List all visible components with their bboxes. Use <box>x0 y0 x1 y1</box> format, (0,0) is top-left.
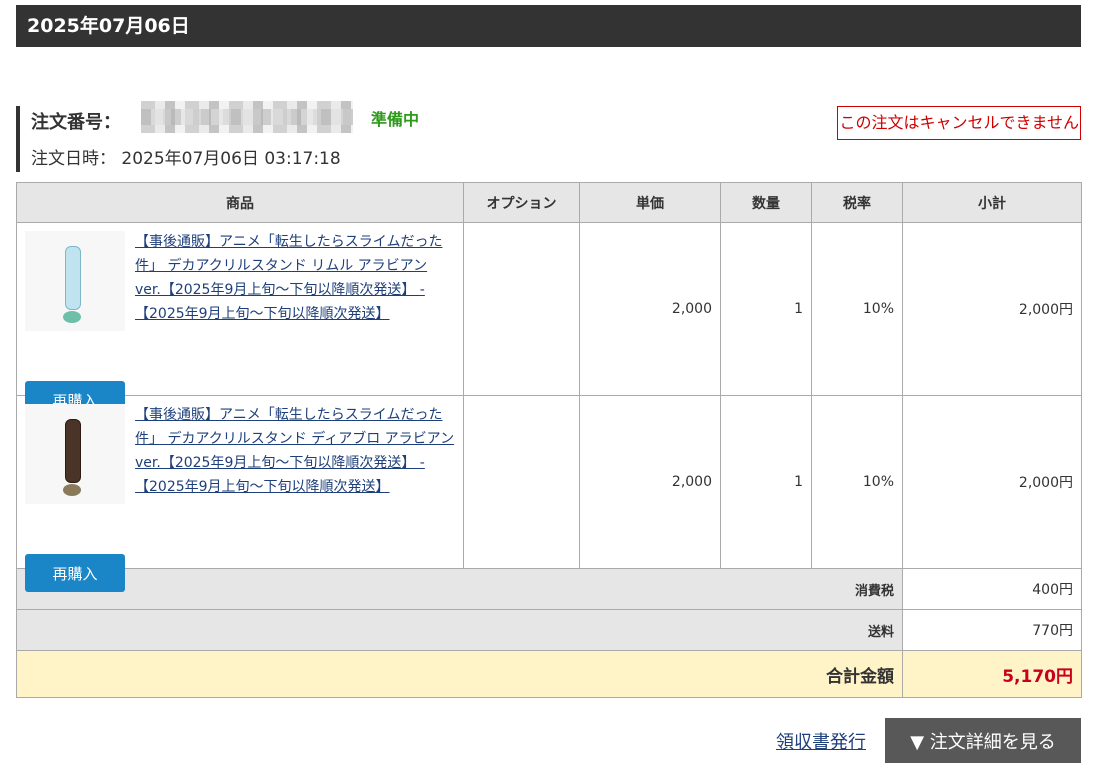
status-badge: 準備中 <box>371 110 420 129</box>
shipping-label: 送料 <box>16 609 903 651</box>
product-link[interactable]: 【事後通販】アニメ「転生したらスライムだった件」 デカアクリルスタンド リムル … <box>135 230 455 326</box>
header-product: 商品 <box>16 182 464 223</box>
cancel-notice: この注文はキャンセルできません <box>837 106 1081 140</box>
product-cell: 再購入 【事後通販】アニメ「転生したらスライムだった件」 デカアクリルスタンド … <box>16 222 464 419</box>
header-tax-rate: 税率 <box>811 182 903 223</box>
shipping-value: 770円 <box>902 609 1082 651</box>
quantity-cell: 1 <box>720 395 812 569</box>
product-thumbnail[interactable] <box>25 404 125 504</box>
order-datetime: 注文日時： 2025年07月06日 03:17:18 <box>31 149 341 169</box>
stand-base-icon <box>63 484 81 496</box>
total-label: 合計金額 <box>16 650 903 698</box>
figure-icon <box>65 419 81 483</box>
tax-rate-cell: 10% <box>811 222 903 396</box>
order-detail-button[interactable]: ▼ 注文詳細を見る <box>885 718 1081 763</box>
table-header-row: 商品 オプション 単価 数量 税率 小計 <box>16 182 1082 223</box>
header-quantity: 数量 <box>720 182 812 223</box>
shipping-row: 送料 770円 <box>16 609 1082 651</box>
masked-order-number <box>141 101 353 133</box>
unit-price-cell: 2,000 <box>579 395 721 569</box>
product-cell: 再購入 【事後通販】アニメ「転生したらスライムだった件」 デカアクリルスタンド … <box>16 395 464 592</box>
order-items-table: 商品 オプション 単価 数量 税率 小計 再購入 【事後通販】アニメ「転生したら… <box>16 182 1082 698</box>
order-number-label: 注文番号： <box>31 112 121 133</box>
tax-rate-cell: 10% <box>811 395 903 569</box>
unit-price-cell: 2,000 <box>579 222 721 396</box>
receipt-link[interactable]: 領収書発行 <box>776 728 866 754</box>
subtotal-cell: 2,000円 <box>902 395 1082 569</box>
stand-base-icon <box>63 311 81 323</box>
rebuy-button[interactable]: 再購入 <box>25 554 125 592</box>
header-option: オプション <box>463 182 580 223</box>
order-date-header: 2025年07月06日 <box>16 5 1081 47</box>
figure-icon <box>65 246 81 310</box>
product-thumbnail[interactable] <box>25 231 125 331</box>
total-row: 合計金額 5,170円 <box>16 650 1082 698</box>
tax-label: 消費税 <box>16 568 903 610</box>
header-subtotal: 小計 <box>902 182 1082 223</box>
tax-value: 400円 <box>902 568 1082 610</box>
table-row: 再購入 【事後通販】アニメ「転生したらスライムだった件」 デカアクリルスタンド … <box>16 395 1082 592</box>
option-cell <box>463 222 580 396</box>
table-row: 再購入 【事後通販】アニメ「転生したらスライムだった件」 デカアクリルスタンド … <box>16 222 1082 419</box>
product-link[interactable]: 【事後通販】アニメ「転生したらスライムだった件」 デカアクリルスタンド ディアブ… <box>135 403 455 499</box>
option-cell <box>463 395 580 569</box>
header-unit-price: 単価 <box>579 182 721 223</box>
total-value: 5,170円 <box>902 650 1082 698</box>
quantity-cell: 1 <box>720 222 812 396</box>
tax-row: 消費税 400円 <box>16 568 1082 610</box>
subtotal-cell: 2,000円 <box>902 222 1082 396</box>
